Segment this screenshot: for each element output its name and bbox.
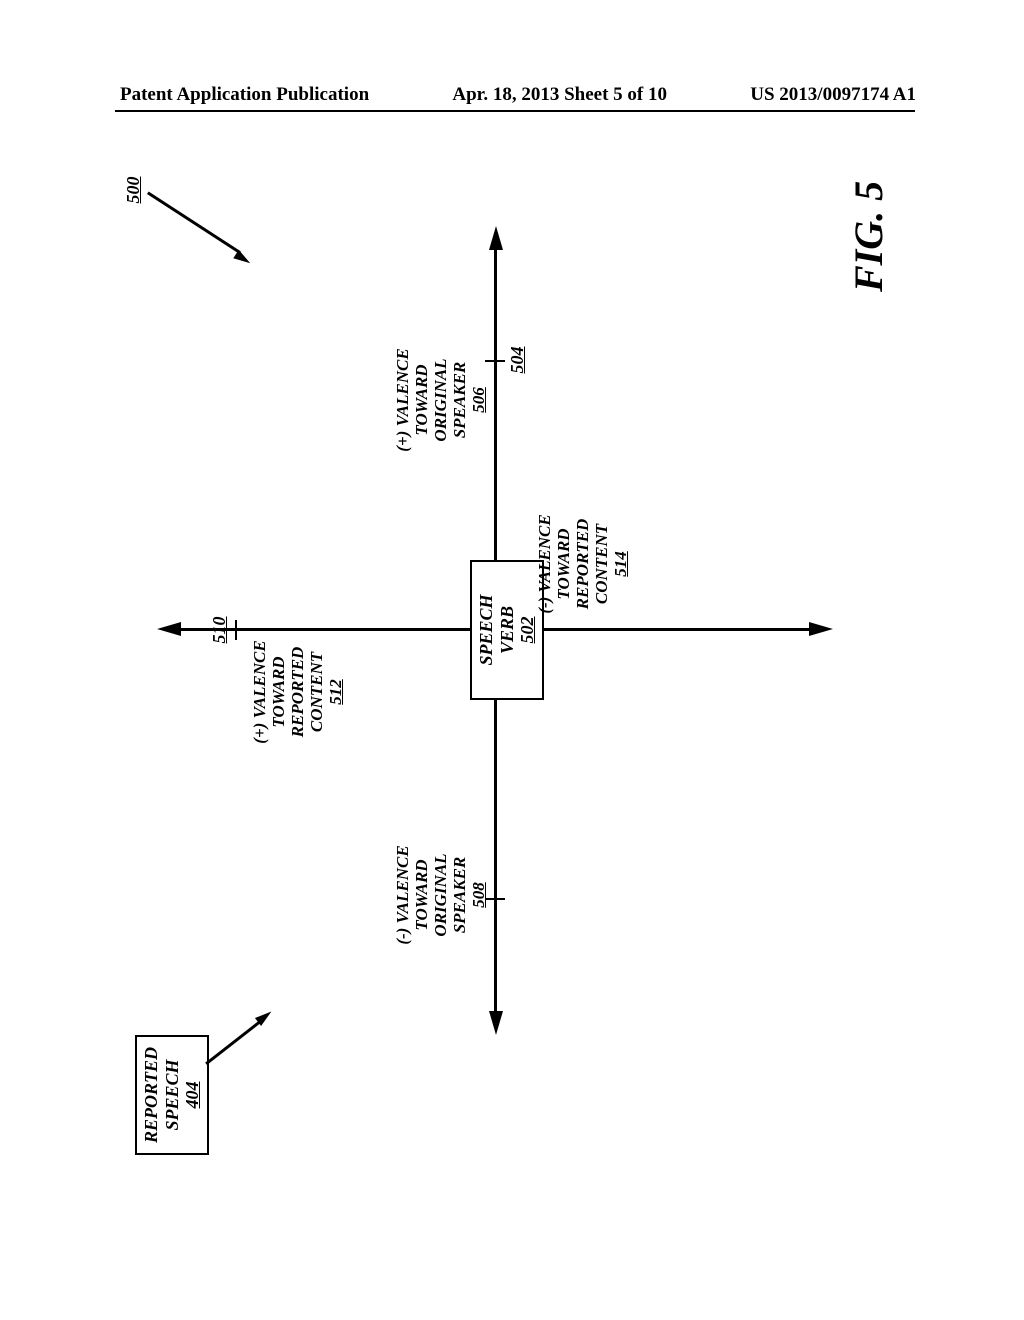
page: Patent Application Publication Apr. 18, … [0,0,1024,1320]
reported-speech-leader [205,1020,262,1065]
header-rule [115,110,915,112]
axis-h-ref: 504 [507,342,528,378]
axis-right-ref: 506 [469,335,488,465]
axis-up-arrow-icon [157,623,181,637]
axis-right-arrow-icon [489,226,503,250]
reported-speech-l2: SPEECH [162,1045,183,1145]
reported-speech-l1: REPORTED [141,1045,162,1145]
fig-ref-leader [147,191,241,253]
axis-left-label: (-) VALENCE TOWARD ORIGINAL SPEAKER 508 [393,830,488,960]
figure-area: SPEECH VERB 502 REPORTED SPEECH 404 (+) … [105,150,910,1210]
axis-up-label: (+) VALENCE TOWARD REPORTED CONTENT 512 [250,632,345,752]
axis-down-label: (-) VALENCE TOWARD REPORTED CONTENT 514 [535,504,630,624]
fig-ref-leader-arrow-icon [233,250,253,268]
rotated-diagram: SPEECH VERB 502 REPORTED SPEECH 404 (+) … [105,150,910,1210]
figure-label: FIG. 5 [845,181,892,292]
axis-down-arrow-icon [809,623,833,637]
page-header: Patent Application Publication Apr. 18, … [0,84,1024,106]
axis-left-ref: 508 [469,830,488,960]
header-right: US 2013/0097174 A1 [750,84,916,106]
axis-right-label: (+) VALENCE TOWARD ORIGINAL SPEAKER 506 [393,335,488,465]
figure-ref-500: 500 [123,170,144,210]
axis-down-ref: 514 [611,504,630,624]
reported-speech-box: REPORTED SPEECH 404 [135,1035,209,1155]
tick-up [235,620,237,640]
axis-up-ref: 512 [326,632,345,752]
axis-v-ref: 510 [209,612,230,648]
speech-verb-label: SPEECH VERB [476,570,517,690]
reported-speech-ref: 404 [182,1045,203,1145]
axis-left-arrow-icon [489,1011,503,1035]
header-left: Patent Application Publication [120,84,369,106]
speech-verb-box: SPEECH VERB 502 [470,560,544,700]
header-center: Apr. 18, 2013 Sheet 5 of 10 [452,84,667,106]
